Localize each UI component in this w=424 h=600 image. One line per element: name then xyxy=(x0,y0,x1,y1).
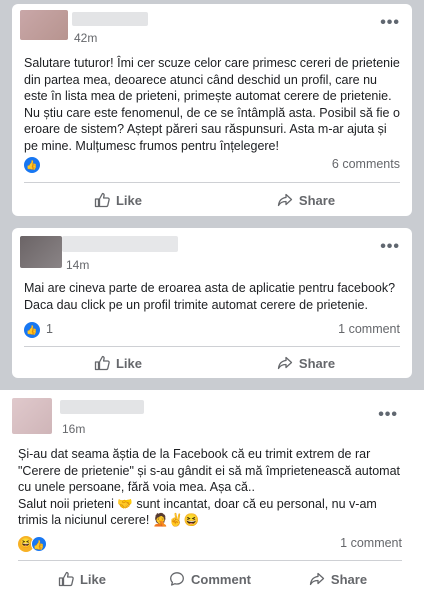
like-reaction-icon[interactable]: 👍 xyxy=(31,536,47,552)
like-button[interactable]: Like xyxy=(24,187,212,213)
divider xyxy=(24,346,400,347)
share-arrow-icon xyxy=(309,572,325,586)
share-label: Share xyxy=(298,192,336,208)
post-paragraph: Și-au dat seama ăștia de la Facebook că … xyxy=(18,447,400,494)
divider xyxy=(24,182,400,183)
post-actions: Like Comment Share xyxy=(18,566,402,592)
post-1: 42m ••• Salutare tuturor! Îmi cer scuze … xyxy=(12,4,412,216)
like-label: Like xyxy=(115,355,142,371)
share-button[interactable]: Share xyxy=(274,566,402,592)
share-arrow-icon xyxy=(277,193,293,207)
avatar[interactable] xyxy=(20,236,62,268)
share-button[interactable]: Share xyxy=(212,187,400,213)
like-reaction-icon[interactable]: 👍 xyxy=(24,322,40,338)
post-text: Mai are cineva parte de eroarea asta de … xyxy=(24,281,396,312)
post-stats: 👍 1 1 comment xyxy=(24,322,400,340)
post-text: Și-au dat seama ăștia de la Facebook că … xyxy=(18,446,402,529)
thumbs-up-icon xyxy=(58,571,74,587)
author-name-blurred[interactable] xyxy=(62,236,178,252)
like-button[interactable]: Like xyxy=(24,350,212,376)
like-button[interactable]: Like xyxy=(18,566,146,592)
post-header: 16m ••• xyxy=(0,390,424,436)
share-label: Share xyxy=(298,355,336,371)
post-paragraph: Salut noii prieteni 🤝 sunt incantat, doa… xyxy=(18,496,377,528)
post-text: Salutare tuturor! Îmi cer scuze celor ca… xyxy=(24,56,400,153)
avatar[interactable] xyxy=(12,398,52,434)
comment-count[interactable]: 6 comments xyxy=(332,157,400,171)
post-stats: 👍 6 comments xyxy=(24,157,400,175)
like-label: Like xyxy=(79,571,106,587)
post-actions: Like Share xyxy=(24,350,400,376)
comment-count[interactable]: 1 comment xyxy=(340,536,402,550)
divider xyxy=(18,560,402,561)
share-button[interactable]: Share xyxy=(212,350,400,376)
like-label: Like xyxy=(115,192,142,208)
speech-bubble-icon xyxy=(170,572,184,586)
post-stats: 😆 👍 1 comment xyxy=(18,536,402,554)
reaction-count[interactable]: 1 xyxy=(46,322,53,336)
post-timestamp[interactable]: 16m xyxy=(62,422,85,436)
avatar[interactable] xyxy=(20,10,68,40)
comment-count[interactable]: 1 comment xyxy=(338,322,400,336)
post-header: 14m ••• xyxy=(12,228,412,272)
post-header: 42m ••• xyxy=(12,4,412,48)
more-dots-icon[interactable]: ••• xyxy=(380,239,400,255)
comment-label: Comment xyxy=(191,571,251,587)
more-dots-icon[interactable]: ••• xyxy=(380,15,400,31)
post-timestamp[interactable]: 42m xyxy=(74,31,97,45)
author-name-blurred[interactable] xyxy=(60,400,144,414)
thumbs-up-icon xyxy=(94,192,110,208)
like-reaction-icon[interactable]: 👍 xyxy=(24,157,40,173)
post-3: 16m ••• Și-au dat seama ăștia de la Face… xyxy=(0,390,424,600)
share-label: Share xyxy=(330,571,368,587)
post-2: 14m ••• Mai are cineva parte de eroarea … xyxy=(12,228,412,378)
thumbs-up-icon xyxy=(94,355,110,371)
author-name-blurred[interactable] xyxy=(72,12,148,26)
post-timestamp[interactable]: 14m xyxy=(66,258,89,272)
comment-button[interactable]: Comment xyxy=(146,566,274,592)
share-arrow-icon xyxy=(277,356,293,370)
post-actions: Like Share xyxy=(24,187,400,213)
more-dots-icon[interactable]: ••• xyxy=(378,407,398,423)
